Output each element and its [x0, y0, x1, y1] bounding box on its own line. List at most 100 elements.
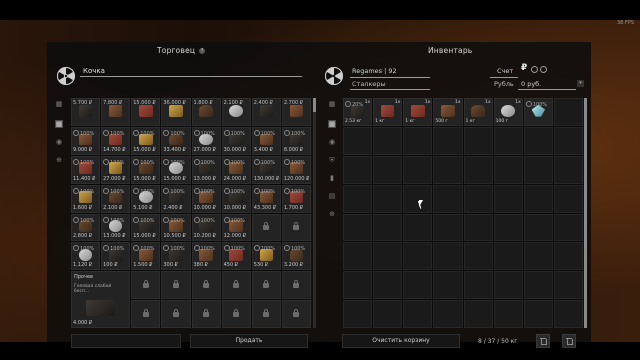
inventory-item-slot[interactable]: 1x 1 кг: [403, 98, 433, 126]
currency-dropdown-icon[interactable]: ▾: [577, 80, 584, 87]
empty-slot[interactable]: [553, 300, 583, 328]
empty-slot[interactable]: [343, 242, 373, 271]
empty-slot[interactable]: [553, 98, 583, 126]
currency-option-icon[interactable]: [531, 66, 538, 73]
trader-item-slot[interactable]: 100% 30.000 ₽: [221, 126, 251, 155]
trader-item-slot[interactable]: 1.800 ₽: [191, 98, 221, 126]
empty-slot[interactable]: [433, 213, 463, 242]
empty-slot[interactable]: [553, 155, 583, 184]
trader-item-slot[interactable]: 36.000 ₽: [161, 98, 191, 126]
trader-item-slot[interactable]: 100% 11.400 ₽: [71, 155, 101, 184]
trader-item-slot[interactable]: 15.000 ₽: [131, 98, 161, 126]
trader-item-slot[interactable]: 100% 120.000 ₽: [281, 155, 311, 184]
trash-icon-button[interactable]: [536, 334, 550, 348]
trader-item-slot[interactable]: 100% 14.700 ₽: [101, 126, 131, 155]
trader-scrollbar[interactable]: [313, 98, 316, 328]
trader-item-slot[interactable]: 7.800 ₽: [101, 98, 131, 126]
empty-slot[interactable]: [403, 184, 433, 213]
empty-slot[interactable]: [343, 213, 373, 242]
empty-slot[interactable]: [463, 126, 493, 155]
empty-slot[interactable]: [523, 155, 553, 184]
empty-slot[interactable]: [433, 242, 463, 271]
trader-item-slot[interactable]: 100% 450 ₽: [221, 242, 251, 271]
trader-item-slot[interactable]: 100% 13.000 ₽: [191, 155, 221, 184]
inventory-item-slot[interactable]: 1x 1 кг: [463, 98, 493, 126]
trader-item-slot[interactable]: 100% 33.400 ₽: [161, 126, 191, 155]
inventory-scrollbar[interactable]: [584, 98, 587, 328]
trader-item-slot[interactable]: 100% 13.000 ₽: [101, 213, 131, 242]
empty-slot[interactable]: [373, 126, 403, 155]
empty-slot[interactable]: [493, 300, 523, 328]
empty-slot[interactable]: [493, 184, 523, 213]
empty-slot[interactable]: [553, 213, 583, 242]
empty-slot[interactable]: [523, 213, 553, 242]
inventory-item-slot[interactable]: 1x 100 г: [493, 98, 523, 126]
empty-slot[interactable]: [433, 126, 463, 155]
empty-slot[interactable]: [523, 184, 553, 213]
trader-scrollbar-thumb[interactable]: [313, 98, 316, 112]
trader-item-slot[interactable]: 100% 12.000 ₽: [221, 213, 251, 242]
empty-slot[interactable]: [373, 184, 403, 213]
empty-slot[interactable]: [433, 271, 463, 300]
trader-item-slot[interactable]: 100% 24.000 ₽: [221, 155, 251, 184]
empty-slot[interactable]: [493, 213, 523, 242]
trader-item-slot[interactable]: 100% 2.400 ₽: [161, 184, 191, 213]
empty-slot[interactable]: [523, 271, 553, 300]
empty-slot[interactable]: [553, 184, 583, 213]
inv-filter-armor-icon[interactable]: ⛨: [328, 156, 336, 164]
inv-filter-ammo-icon[interactable]: ▮: [328, 174, 336, 182]
clear-cart-button[interactable]: Очистить корзину: [342, 334, 460, 348]
trader-item-slot[interactable]: 2.400 ₽: [251, 98, 281, 126]
empty-slot[interactable]: [403, 271, 433, 300]
trader-item-slot[interactable]: 100% 43.300 ₽: [251, 184, 281, 213]
trader-item-slot[interactable]: 100% 1.120 ₽: [71, 242, 101, 271]
help-icon[interactable]: ?: [199, 48, 206, 54]
inventory-item-slot[interactable]: 1x 1 кг: [373, 98, 403, 126]
empty-slot[interactable]: [463, 184, 493, 213]
trader-item-slot[interactable]: 100% 10.500 ₽: [161, 213, 191, 242]
empty-slot[interactable]: [373, 271, 403, 300]
empty-slot[interactable]: [403, 213, 433, 242]
inv-filter-grid-icon[interactable]: ▦: [328, 120, 336, 128]
trader-item-slot[interactable]: 100% 15.000 ₽: [131, 126, 161, 155]
empty-slot[interactable]: [433, 155, 463, 184]
empty-slot[interactable]: [463, 300, 493, 328]
empty-slot[interactable]: [343, 184, 373, 213]
trader-item-slot[interactable]: 100% 100 ₽: [101, 242, 131, 271]
trader-item-slot[interactable]: 100% 27.000 ₽: [101, 155, 131, 184]
empty-slot[interactable]: [373, 242, 403, 271]
trader-item-slot[interactable]: 100% 530 ₽: [251, 242, 281, 271]
trader-item-slot[interactable]: 100% 8.000 ₽: [281, 126, 311, 155]
trader-item-slot[interactable]: 100% 300 ₽: [161, 242, 191, 271]
trader-item-slot[interactable]: 100% 2.800 ₽: [71, 213, 101, 242]
empty-slot[interactable]: [553, 242, 583, 271]
inv-filter-food-icon[interactable]: ▤: [328, 192, 336, 200]
empty-slot[interactable]: [373, 213, 403, 242]
trash-icon-button-2[interactable]: [562, 334, 576, 348]
trader-item-slot[interactable]: 100% 1.700 ₽: [281, 184, 311, 213]
trader-item-slot[interactable]: 100% 27.000 ₽: [191, 126, 221, 155]
inv-filter-misc-icon[interactable]: ⊕: [328, 210, 336, 218]
sell-button[interactable]: Продать: [190, 334, 308, 348]
trader-item-slot[interactable]: 100% 1.600 ₽: [71, 184, 101, 213]
empty-slot[interactable]: [463, 213, 493, 242]
empty-slot[interactable]: [373, 300, 403, 328]
inventory-item-slot[interactable]: 100%: [523, 98, 553, 126]
empty-slot[interactable]: [523, 126, 553, 155]
filter-misc-icon[interactable]: ⊕: [55, 156, 63, 164]
trader-item-slot[interactable]: 100% 15.000 ₽: [161, 155, 191, 184]
empty-slot[interactable]: [463, 271, 493, 300]
trader-item-slot[interactable]: 100% 9.000 ₽: [71, 126, 101, 155]
trader-item-slot[interactable]: 100% 10.000 ₽: [221, 184, 251, 213]
empty-slot[interactable]: [343, 126, 373, 155]
currency-option-icon-2[interactable]: [540, 66, 547, 73]
empty-slot[interactable]: [433, 184, 463, 213]
trader-item-slot[interactable]: 100% 130.000 ₽: [251, 155, 281, 184]
trader-item-slot[interactable]: 100% 15.000 ₽: [131, 213, 161, 242]
empty-slot[interactable]: [493, 271, 523, 300]
empty-slot[interactable]: [403, 155, 433, 184]
trader-item-slot[interactable]: 100% 380 ₽: [191, 242, 221, 271]
inventory-item-slot[interactable]: 1x 500 г: [433, 98, 463, 126]
misc-item-slot[interactable]: Прочее Гелевая слабой бесп... 4.000 ₽: [71, 271, 131, 328]
empty-slot[interactable]: [343, 300, 373, 328]
